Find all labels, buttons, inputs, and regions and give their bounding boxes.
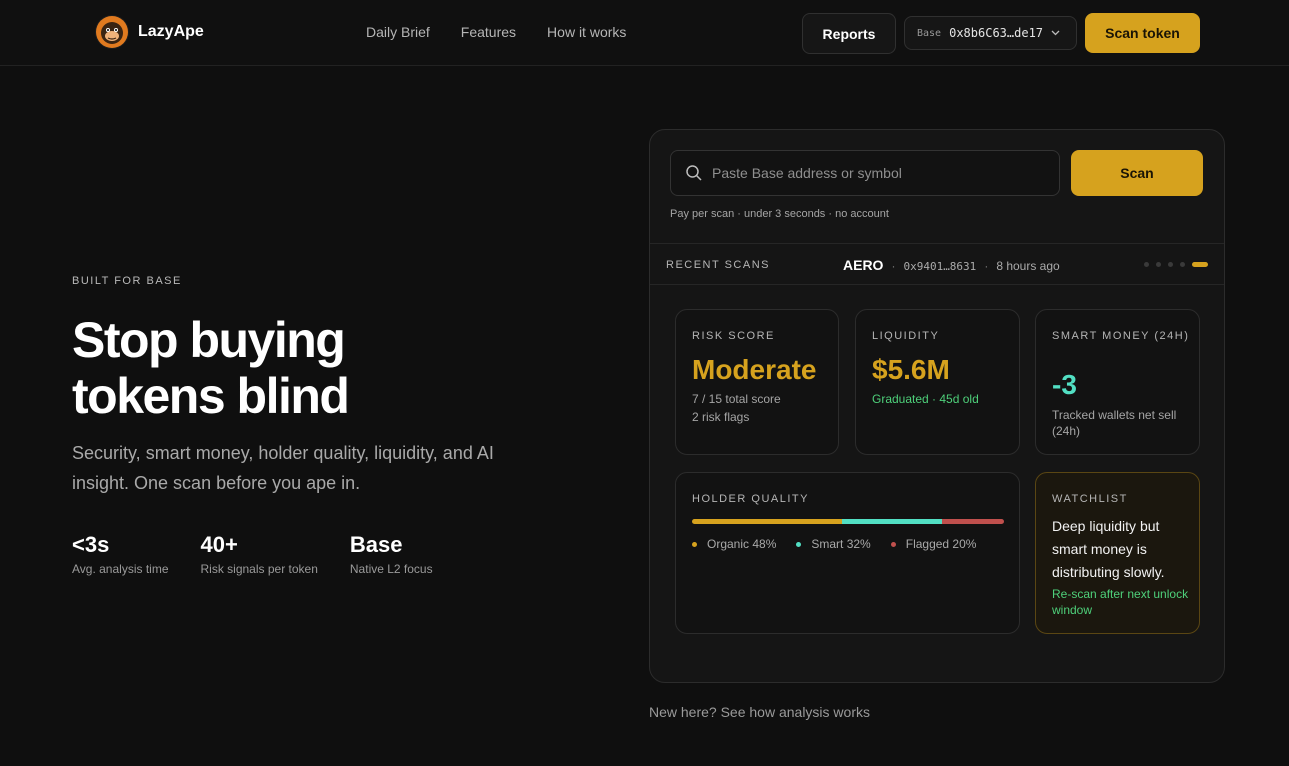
separator-dot: · xyxy=(984,259,989,273)
liquidity-card: LIQUIDITY $5.6M Graduated · 45d old xyxy=(855,309,1020,455)
risk-score-card: RISK SCORE Moderate 7 / 15 total score 2… xyxy=(675,309,839,455)
hero-headline: Stop buying tokens blind xyxy=(72,312,492,424)
recent-scan-time: 8 hours ago xyxy=(996,259,1060,273)
carousel-dot-active[interactable] xyxy=(1192,262,1208,267)
legend-label: Smart 32% xyxy=(811,537,871,551)
wallet-address: 0x8b6C63…de17 xyxy=(949,26,1044,40)
carousel-dot[interactable] xyxy=(1180,262,1185,267)
liquidity-value: $5.6M xyxy=(872,354,950,385)
hero-eyebrow: BUILT FOR BASE xyxy=(72,275,182,287)
card-label: RISK SCORE xyxy=(692,330,775,342)
legend-dot-icon xyxy=(796,541,802,547)
legend-label: Flagged 20% xyxy=(905,537,977,551)
headline-line-1: Stop buying xyxy=(72,312,346,368)
stat-label: Avg. analysis time xyxy=(72,562,169,576)
holder-quality-card: HOLDER QUALITY Organic 48% Smart 32% Flagg… xyxy=(675,472,1020,634)
brand-name: LazyApe xyxy=(138,23,204,40)
stat-analysis-time: <3s Avg. analysis time xyxy=(72,532,169,576)
watchlist-body: Deep liquidity but smart money is distri… xyxy=(1052,518,1165,580)
search-input[interactable] xyxy=(712,165,1042,181)
headline-line-2: tokens blind xyxy=(72,368,350,424)
stat-risk-signals: 40+ Risk signals per token xyxy=(201,532,318,576)
carousel-dot[interactable] xyxy=(1144,262,1149,267)
stat-value: Base xyxy=(349,532,403,557)
card-label: WATCHLIST xyxy=(1052,493,1128,505)
legend-item-organic: Organic 48% xyxy=(692,537,776,551)
recent-scan-item[interactable]: AERO · 0x9401…8631 · 8 hours ago xyxy=(843,257,1060,273)
nav-links: Daily Brief Features How it works xyxy=(366,24,657,40)
wallet-chain: Base xyxy=(917,27,942,39)
top-nav: LazyApe Daily Brief Features How it work… xyxy=(0,0,1289,66)
legend-item-flagged: Flagged 20% xyxy=(890,537,977,551)
wallet-selector[interactable]: Base 0x8b6C63…de17 xyxy=(904,16,1077,50)
carousel-dot[interactable] xyxy=(1168,262,1173,267)
reports-button[interactable]: Reports xyxy=(802,13,896,54)
nav-link-features[interactable]: Features xyxy=(461,24,516,40)
recent-scans-label: RECENT SCANS xyxy=(666,259,770,271)
hero-subtext: Security, smart money, holder quality, l… xyxy=(72,443,494,493)
stat-network: Base Native L2 focus xyxy=(350,532,433,576)
ape-logo-icon xyxy=(95,15,129,49)
holder-quality-legend: Organic 48% Smart 32% Flagged 20% xyxy=(692,537,996,551)
search-box[interactable] xyxy=(670,150,1060,196)
holder-segment-flagged xyxy=(941,519,1004,524)
liquidity-status: Graduated · 45d old xyxy=(872,392,979,406)
legend-label: Organic 48% xyxy=(707,537,777,551)
risk-score-value: Moderate xyxy=(692,354,817,385)
card-label: SMART MONEY (24H) xyxy=(1052,330,1190,342)
holder-segment-organic xyxy=(692,519,842,524)
risk-flags: 2 risk flags xyxy=(692,410,750,424)
risk-total-score: 7 / 15 total score xyxy=(692,392,781,406)
brand-logo[interactable]: LazyApe xyxy=(95,15,204,49)
chevron-down-icon xyxy=(1051,28,1060,39)
card-label: LIQUIDITY xyxy=(872,330,940,342)
separator-dot: · xyxy=(891,259,896,273)
scan-panel: Scan Pay per scan · under 3 seconds · no… xyxy=(649,129,1225,683)
holder-segment-smart xyxy=(841,519,942,524)
nav-link-daily-brief[interactable]: Daily Brief xyxy=(366,24,430,40)
stat-label: Risk signals per token xyxy=(200,562,318,576)
watchlist-card: WATCHLIST Deep liquidity but smart money… xyxy=(1035,472,1200,634)
legend-dot-icon xyxy=(692,541,697,547)
recent-scan-address: 0x9401…8631 xyxy=(903,260,977,273)
stat-label: Native L2 focus xyxy=(349,562,433,576)
holder-quality-bar xyxy=(692,519,1004,524)
legend-dot-icon xyxy=(890,541,896,547)
legend-item-smart: Smart 32% xyxy=(796,537,871,551)
recent-scan-symbol: AERO xyxy=(843,257,884,273)
carousel-dot[interactable] xyxy=(1156,262,1161,267)
smart-money-value: -3 xyxy=(1052,369,1077,400)
how-analysis-works-link[interactable]: New here? See how analysis works xyxy=(649,704,870,720)
scan-token-button[interactable]: Scan token xyxy=(1085,13,1200,53)
card-label: HOLDER QUALITY xyxy=(692,493,809,505)
search-icon xyxy=(685,164,703,182)
scan-note: Pay per scan · under 3 seconds · no acco… xyxy=(670,208,889,220)
recent-scans-bar: RECENT SCANS AERO · 0x9401…8631 · 8 hour… xyxy=(650,243,1224,285)
carousel-dots xyxy=(1144,262,1208,267)
watchlist-note: Re-scan after next unlock window xyxy=(1052,587,1189,617)
nav-link-how-it-works[interactable]: How it works xyxy=(547,24,626,40)
scan-button[interactable]: Scan xyxy=(1071,150,1203,196)
stat-value: <3s xyxy=(72,532,110,557)
smart-money-note: Tracked wallets net sell (24h) xyxy=(1052,408,1177,438)
stat-value: 40+ xyxy=(200,532,238,557)
hero-stats: <3s Avg. analysis time 40+ Risk signals … xyxy=(72,532,465,576)
smart-money-card: SMART MONEY (24H) -3 Tracked wallets net… xyxy=(1035,309,1200,455)
